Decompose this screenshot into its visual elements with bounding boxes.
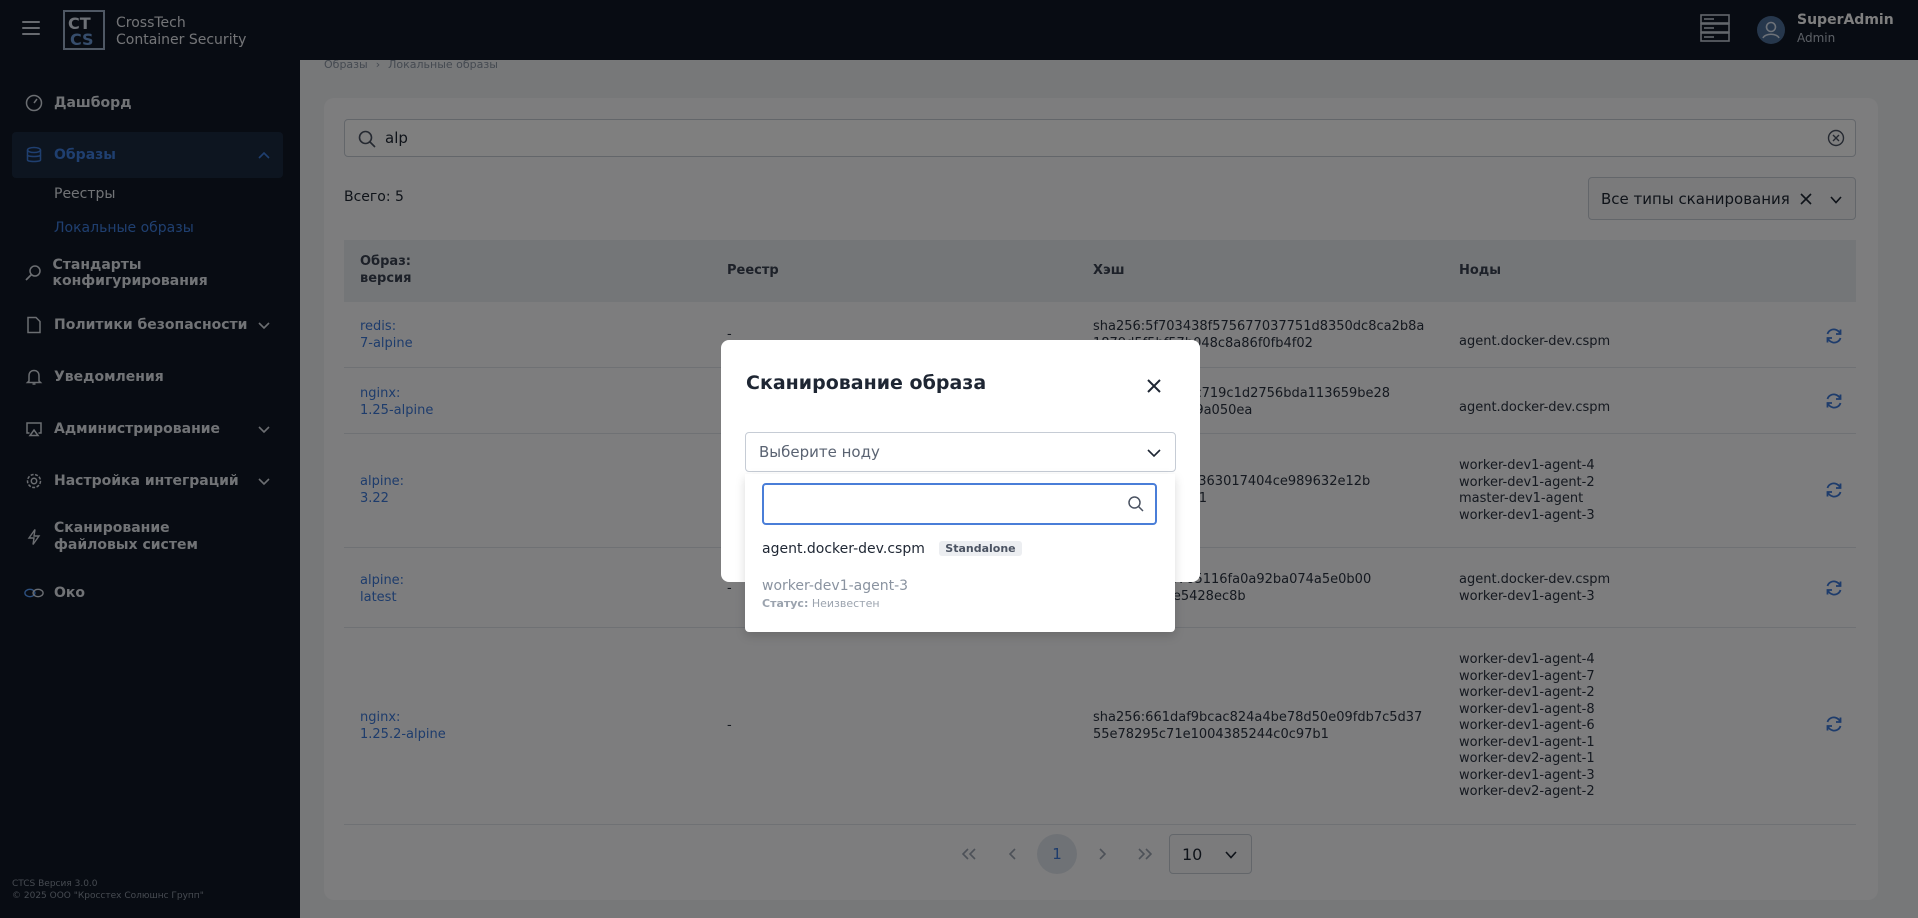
chevron-down-icon bbox=[1146, 446, 1162, 464]
node-dropdown: agent.docker-dev.cspm Standalone worker-… bbox=[745, 474, 1175, 632]
node-option-name: agent.docker-dev.cspm bbox=[762, 541, 925, 557]
node-option-disabled: worker-dev1-agent-3 Статус: Неизвестен bbox=[762, 578, 908, 610]
node-status: Статус: Неизвестен bbox=[762, 597, 908, 610]
node-status-label: Статус: bbox=[762, 597, 809, 610]
search-icon bbox=[1127, 495, 1145, 517]
node-option-name: worker-dev1-agent-3 bbox=[762, 578, 909, 594]
node-search-input[interactable] bbox=[774, 493, 1114, 515]
node-search-field[interactable] bbox=[762, 483, 1157, 525]
close-icon[interactable] bbox=[1144, 376, 1164, 396]
node-select-placeholder: Выберите ноду bbox=[759, 443, 880, 461]
node-status-value: Неизвестен bbox=[811, 597, 880, 610]
node-type-badge: Standalone bbox=[939, 541, 1022, 556]
dialog-title: Сканирование образа bbox=[746, 372, 987, 394]
node-option[interactable]: agent.docker-dev.cspm Standalone bbox=[762, 541, 1022, 557]
node-select[interactable]: Выберите ноду bbox=[745, 432, 1176, 472]
